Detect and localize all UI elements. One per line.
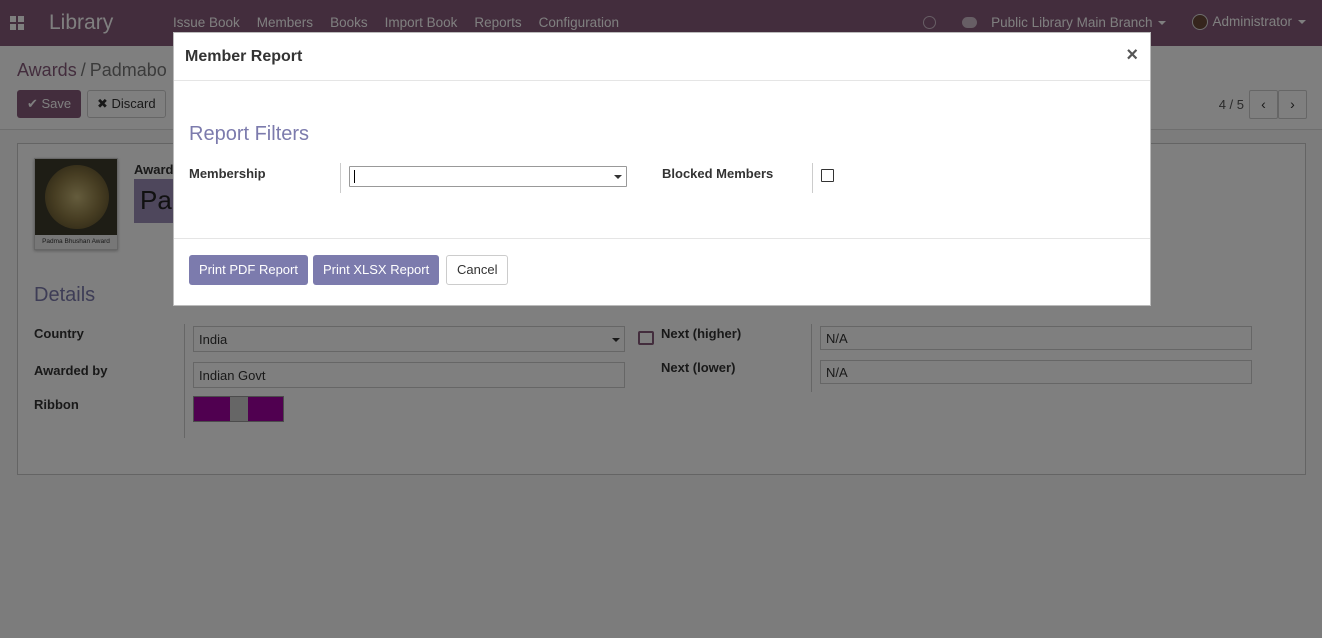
print-pdf-button[interactable]: Print PDF Report: [189, 255, 308, 285]
field-separator: [812, 163, 813, 193]
caret-down-icon: [614, 175, 622, 179]
membership-label: Membership: [189, 166, 266, 181]
report-filters-heading: Report Filters: [189, 123, 310, 145]
modal-footer: Print PDF Report Print XLSX Report Cance…: [174, 238, 1150, 306]
modal-header: Member Report ×: [174, 33, 1150, 81]
modal-title: Member Report: [185, 48, 303, 65]
blocked-members-checkbox[interactable]: [821, 169, 834, 182]
close-icon[interactable]: ×: [1126, 44, 1138, 67]
print-xlsx-button[interactable]: Print XLSX Report: [313, 255, 440, 285]
member-report-dialog: Member Report × Report Filters Membershi…: [173, 32, 1151, 306]
cancel-button[interactable]: Cancel: [446, 255, 509, 285]
blocked-members-label: Blocked Members: [662, 166, 774, 181]
text-cursor: [354, 170, 355, 183]
membership-select[interactable]: [349, 166, 627, 187]
field-separator: [340, 163, 341, 193]
